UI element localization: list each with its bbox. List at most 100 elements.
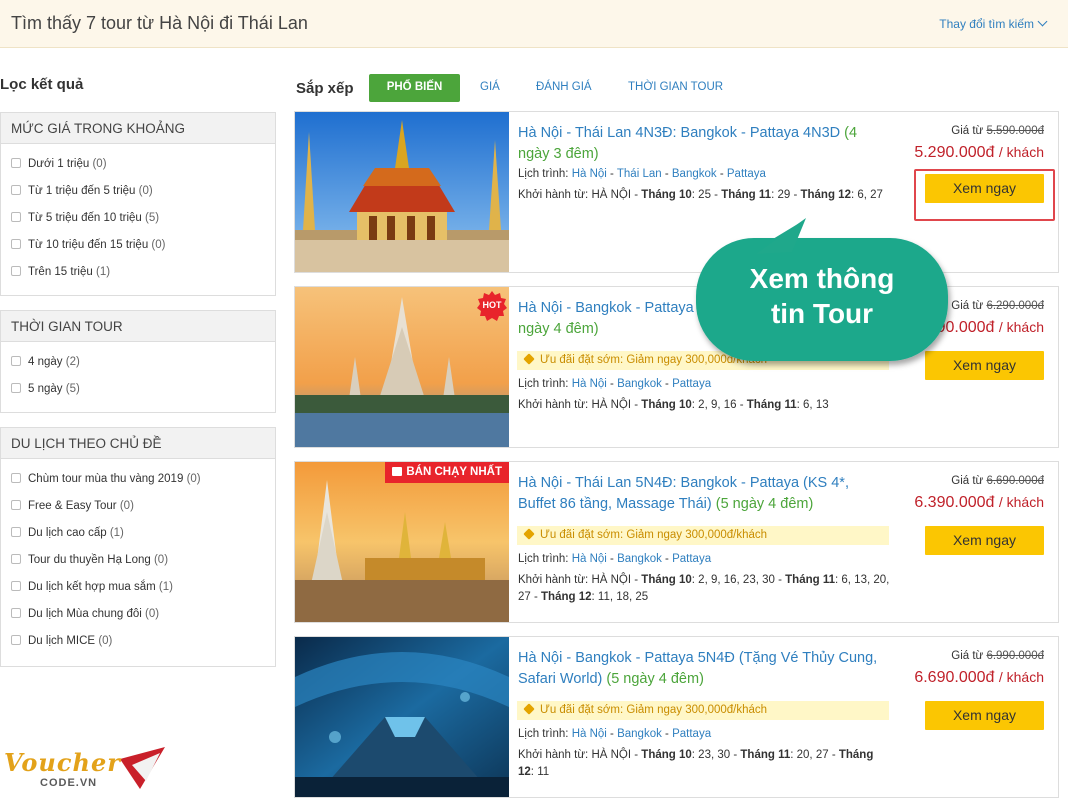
route-stop-link[interactable]: Pattaya <box>672 553 711 565</box>
route-stop-link[interactable]: Bangkok <box>617 728 662 740</box>
filter-label: Từ 1 triệu đến 5 triệu <box>28 185 136 197</box>
filter-theme-option[interactable]: Du lịch kết hợp mua sắm (1) <box>1 573 275 600</box>
view-now-button[interactable]: Xem ngay <box>925 526 1044 555</box>
checkbox[interactable] <box>11 554 21 564</box>
sort-price-button[interactable]: GIÁ <box>480 74 500 102</box>
view-now-button[interactable]: Xem ngay <box>925 701 1044 730</box>
filter-duration-option[interactable]: 4 ngày (2) <box>1 348 275 375</box>
price-from: Giá từ 6.290.000đ <box>951 300 1044 312</box>
checkbox[interactable] <box>11 212 21 222</box>
filter-price-option[interactable]: Dưới 1 triệu (0) <box>1 150 275 177</box>
checkbox[interactable] <box>11 581 21 591</box>
filter-label: 5 ngày <box>28 383 63 395</box>
checkbox[interactable] <box>11 356 21 366</box>
tour-card: Hà Nội - Bangkok - Pattaya 5N4Đ (Tặng Vé… <box>294 636 1059 798</box>
filter-count: (0) <box>145 608 160 620</box>
filter-theme-option[interactable]: Du lịch Mùa chung đôi (0) <box>1 600 275 627</box>
depart-label: Khởi hành từ: <box>518 399 589 411</box>
price-from-label: Giá từ <box>951 125 984 137</box>
route-stop-link[interactable]: Pattaya <box>672 378 711 390</box>
tour-name[interactable]: Hà Nội - Thái Lan 4N3Đ: Bangkok - Pattay… <box>518 125 840 141</box>
checkbox[interactable] <box>11 608 21 618</box>
promo-text: Ưu đãi đặt sớm: Giảm ngay 300,000đ/khách <box>540 529 768 541</box>
filter-count: (0) <box>119 500 134 512</box>
depart-month: Tháng 10 <box>641 189 692 201</box>
filter-count: (1) <box>109 527 124 539</box>
route-stop-link[interactable]: Hà Nội <box>572 168 607 180</box>
filter-label: Du lịch MICE <box>28 635 96 647</box>
checkbox[interactable] <box>11 473 21 483</box>
route-stop-link[interactable]: Bangkok <box>672 168 717 180</box>
filter-count: (0) <box>92 158 107 170</box>
tour-departures: Khởi hành từ: HÀ NỘI - Tháng 10: 2, 9, 1… <box>518 574 890 603</box>
filter-price-option[interactable]: Từ 5 triệu đến 10 triệu (5) <box>1 204 275 231</box>
route-stop-link[interactable]: Thái Lan <box>617 168 662 180</box>
change-search-link[interactable]: Thay đổi tìm kiếm <box>939 16 1048 31</box>
tour-price: 6.690.000đ / khách <box>914 669 1044 687</box>
route-stop-link[interactable]: Bangkok <box>617 378 662 390</box>
filter-theme-option[interactable]: Du lịch cao cấp (1) <box>1 519 275 546</box>
depart-city: HÀ NỘI <box>591 749 632 761</box>
depart-days: 11 <box>537 766 550 778</box>
depart-month: Tháng 11 <box>740 749 791 761</box>
filter-duration-option[interactable]: 5 ngày (5) <box>1 375 275 402</box>
checkbox[interactable] <box>11 266 21 276</box>
change-search-label[interactable]: Thay đổi tìm kiếm <box>939 17 1034 31</box>
price-from-label: Giá từ <box>951 650 984 662</box>
tour-name-link[interactable]: Hà Nội - Thái Lan 5N4Đ: Bangkok - Pattay… <box>518 473 878 515</box>
filter-price-option[interactable]: Trên 15 triệu (1) <box>1 258 275 285</box>
route-separator: - <box>606 728 618 740</box>
depart-days: 6, 13 <box>803 399 829 411</box>
route-label: Lịch trình: <box>518 553 569 565</box>
filter-label: Từ 5 triệu đến 10 triệu <box>28 212 142 224</box>
checkbox[interactable] <box>11 527 21 537</box>
route-label: Lịch trình: <box>518 168 569 180</box>
chevron-down-icon[interactable] <box>1037 16 1048 27</box>
tag-icon <box>523 703 535 715</box>
tour-name-link[interactable]: Hà Nội - Thái Lan 4N3Đ: Bangkok - Pattay… <box>518 123 878 165</box>
per-guest-label: / khách <box>998 144 1044 160</box>
sort-rating-button[interactable]: ĐÁNH GIÁ <box>536 74 592 102</box>
tour-route: Lịch trình: Hà Nội - Thái Lan - Bangkok … <box>518 168 766 180</box>
filter-theme-option[interactable]: Chùm tour mùa thu vàng 2019 (0) <box>1 465 275 492</box>
callout-line: Xem thông <box>749 263 895 294</box>
tour-image[interactable] <box>295 637 509 797</box>
checkbox[interactable] <box>11 500 21 510</box>
tour-price: 5.290.000đ / khách <box>914 144 1044 162</box>
tour-price: 6.390.000đ / khách <box>914 494 1044 512</box>
tag-icon <box>523 528 535 540</box>
price-from-label: Giá từ <box>951 300 984 312</box>
depart-month: Tháng 10 <box>641 399 692 411</box>
route-stop-link[interactable]: Hà Nội <box>572 728 607 740</box>
route-stop-link[interactable]: Pattaya <box>672 728 711 740</box>
depart-month: Tháng 12 <box>541 591 592 603</box>
tour-image[interactable]: HOT <box>295 287 509 447</box>
filter-theme-option[interactable]: Du lịch MICE (0) <box>1 627 275 654</box>
route-stop-link[interactable]: Hà Nội <box>572 378 607 390</box>
filter-theme-option[interactable]: Tour du thuyền Hạ Long (0) <box>1 546 275 573</box>
route-stop-link[interactable]: Bangkok <box>617 553 662 565</box>
checkbox[interactable] <box>11 185 21 195</box>
results-header: Tìm thấy 7 tour từ Hà Nội đi Thái Lan Th… <box>0 0 1068 48</box>
filter-theme-option[interactable]: Free & Easy Tour (0) <box>1 492 275 519</box>
checkbox[interactable] <box>11 239 21 249</box>
route-stop-link[interactable]: Pattaya <box>727 168 766 180</box>
tour-image[interactable] <box>295 112 509 272</box>
filter-price-option[interactable]: Từ 10 triệu đến 15 triệu (0) <box>1 231 275 258</box>
filter-label: Trên 15 triệu <box>28 266 93 278</box>
checkbox[interactable] <box>11 635 21 645</box>
checkbox[interactable] <box>11 158 21 168</box>
route-stop-link[interactable]: Hà Nội <box>572 553 607 565</box>
hot-badge-label: HOT <box>482 300 502 310</box>
tour-name-link[interactable]: Hà Nội - Bangkok - Pattaya 5N4Đ (Tặng Vé… <box>518 648 878 690</box>
depart-days: 25 <box>698 189 711 201</box>
sort-duration-button[interactable]: THỜI GIAN TOUR <box>628 74 723 102</box>
per-guest-label: / khách <box>998 669 1044 685</box>
depart-days: 2, 9, 16, 23, 30 <box>698 574 775 586</box>
filter-price-option[interactable]: Từ 1 triệu đến 5 triệu (0) <box>1 177 275 204</box>
old-price: 6.290.000đ <box>986 300 1044 312</box>
tour-image[interactable]: BÁN CHẠY NHẤT <box>295 462 509 622</box>
route-separator: - <box>661 728 673 740</box>
checkbox[interactable] <box>11 383 21 393</box>
sort-popular-button[interactable]: PHỔ BIẾN <box>369 74 460 102</box>
